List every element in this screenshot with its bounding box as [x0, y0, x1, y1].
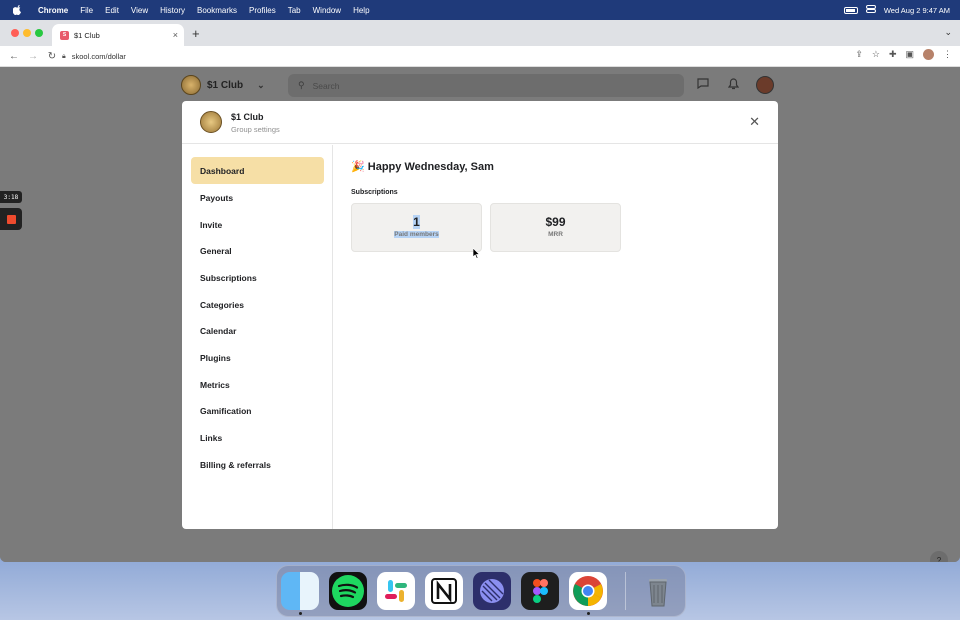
group-logo [181, 75, 201, 95]
menu-edit[interactable]: Edit [105, 6, 119, 15]
tab-title: $1 Club [74, 30, 100, 40]
group-settings-modal: $1 Club Group settings ✕ Dashboard Payou… [182, 101, 778, 529]
group-switcher[interactable]: $1 Club ⌄ [181, 75, 265, 95]
running-indicator [299, 612, 302, 615]
chat-icon[interactable] [697, 78, 709, 92]
control-center-icon[interactable] [865, 5, 876, 15]
site-header: $1 Club ⌄ ⚲ Search [0, 67, 960, 101]
new-tab-button[interactable]: + [192, 26, 200, 41]
chevron-down-icon: ⌄ [257, 79, 265, 90]
sidebar-item-plugins[interactable]: Plugins [191, 344, 324, 371]
slack-icon[interactable] [377, 572, 415, 610]
sidebar-item-metrics[interactable]: Metrics [191, 371, 324, 398]
apple-icon[interactable] [10, 3, 24, 17]
sidebar-item-calendar[interactable]: Calendar [191, 317, 324, 344]
search-input[interactable]: ⚲ Search [288, 74, 684, 97]
recording-timer: 3:18 [0, 191, 22, 203]
sidebar-item-links[interactable]: Links [191, 424, 324, 451]
sidebar-item-gamification[interactable]: Gamification [191, 397, 324, 424]
paid-members-label: Paid members [394, 231, 439, 238]
tab-strip: S $1 Club × + ⌄ [0, 20, 960, 46]
reload-icon[interactable]: ↻ [47, 51, 57, 62]
browser-toolbar: ← → ↻ 🔒︎ skool.com/dollar ⇪ ☆ ✚ ▣ ⋮ [0, 46, 960, 67]
url-text[interactable]: skool.com/dollar [72, 52, 126, 61]
group-logo [200, 111, 222, 133]
mrr-card: $99 MRR [490, 203, 621, 252]
modal-header: $1 Club Group settings ✕ [182, 101, 778, 144]
subscriptions-section-label: Subscriptions [351, 189, 398, 196]
window-close-button[interactable] [11, 29, 19, 37]
menu-bookmarks[interactable]: Bookmarks [197, 6, 237, 15]
extensions-icon[interactable]: ✚ [889, 49, 897, 60]
window-zoom-button[interactable] [35, 29, 43, 37]
tab-search-chevron-icon[interactable]: ⌄ [944, 27, 952, 38]
modal-title: $1 Club [231, 112, 264, 122]
trash-icon[interactable] [639, 572, 677, 610]
menu-window[interactable]: Window [313, 6, 341, 15]
sidebar-item-dashboard[interactable]: Dashboard [191, 157, 324, 184]
menu-profiles[interactable]: Profiles [249, 6, 276, 15]
modal-subtitle: Group settings [231, 125, 280, 134]
mrr-label: MRR [548, 231, 563, 238]
mrr-value: $99 [545, 215, 566, 229]
menu-app-chrome[interactable]: Chrome [38, 6, 68, 15]
help-button[interactable]: ? [930, 551, 948, 562]
battery-icon[interactable] [843, 6, 858, 14]
bookmark-star-icon[interactable]: ☆ [872, 49, 880, 60]
menu-file[interactable]: File [80, 6, 93, 15]
macos-menu-bar: Chrome File Edit View History Bookmarks … [0, 0, 960, 20]
paid-members-value: 1 [413, 215, 420, 229]
forward-icon[interactable]: → [28, 51, 38, 62]
finder-icon[interactable] [281, 572, 319, 610]
chrome-menu-icon[interactable]: ⋮ [943, 49, 952, 60]
sidebar-item-billing-referrals[interactable]: Billing & referrals [191, 451, 324, 478]
notion-icon[interactable] [425, 572, 463, 610]
spotify-icon[interactable] [329, 572, 367, 610]
settings-sidebar: Dashboard Payouts Invite General Subscri… [182, 145, 333, 529]
menu-history[interactable]: History [160, 6, 185, 15]
chrome-icon[interactable] [569, 572, 607, 610]
sidebar-item-subscriptions[interactable]: Subscriptions [191, 264, 324, 291]
bell-icon[interactable] [727, 78, 740, 93]
macos-dock [276, 565, 686, 617]
menu-help[interactable]: Help [353, 6, 369, 15]
sidebar-item-payouts[interactable]: Payouts [191, 184, 324, 211]
stop-recording-button[interactable] [0, 208, 22, 230]
menu-tab[interactable]: Tab [288, 6, 301, 15]
dock-separator [625, 572, 626, 610]
share-icon[interactable]: ⇪ [855, 49, 863, 60]
site-info-icon[interactable]: 🔒︎ [62, 53, 66, 61]
stop-icon [6, 214, 16, 224]
search-placeholder: Search [312, 80, 340, 91]
sidebar-item-general[interactable]: General [191, 237, 324, 264]
sidebar-item-categories[interactable]: Categories [191, 291, 324, 318]
menu-view[interactable]: View [131, 6, 148, 15]
menubar-clock[interactable]: Wed Aug 2 9:47 AM [884, 6, 950, 15]
greeting-heading: 🎉 Happy Wednesday, Sam [351, 160, 494, 173]
group-name: $1 Club [207, 79, 244, 91]
skool-favicon-icon: S [60, 30, 69, 40]
figma-icon[interactable] [521, 572, 559, 610]
paid-members-card: 1 Paid members [351, 203, 482, 252]
greeting-text: Happy Wednesday, Sam [367, 161, 494, 173]
tab-close-icon[interactable]: × [173, 30, 178, 40]
profile-avatar[interactable] [923, 49, 934, 60]
dashboard-panel: 🎉 Happy Wednesday, Sam Subscriptions 1 P… [334, 145, 778, 529]
search-icon: ⚲ [298, 80, 305, 90]
back-icon[interactable]: ← [9, 51, 19, 62]
side-panel-icon[interactable]: ▣ [905, 49, 914, 60]
sidebar-item-invite[interactable]: Invite [191, 211, 324, 238]
window-minimize-button[interactable] [23, 29, 31, 37]
party-popper-icon: 🎉 [351, 161, 365, 173]
linear-icon[interactable] [473, 572, 511, 610]
user-avatar[interactable] [756, 76, 774, 94]
address-bar[interactable]: 🔒︎ skool.com/dollar [62, 49, 126, 64]
browser-tab[interactable]: S $1 Club × [52, 24, 184, 46]
running-indicator [587, 612, 590, 615]
close-icon[interactable]: ✕ [749, 115, 760, 128]
